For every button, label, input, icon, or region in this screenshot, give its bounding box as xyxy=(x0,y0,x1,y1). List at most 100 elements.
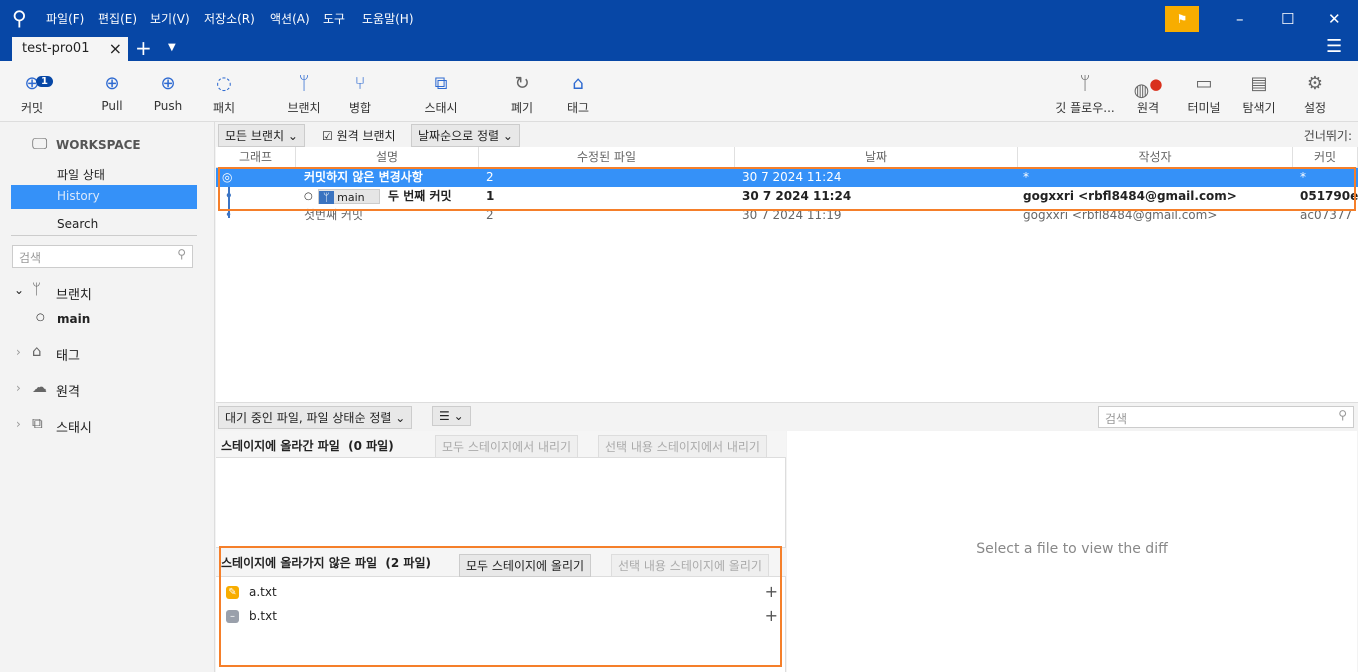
unstage-all-button[interactable]: 모두 스테이지에서 내리기 xyxy=(435,435,579,458)
all-branches-label: 모든 브랜치 xyxy=(225,129,285,143)
sidebar-item-search[interactable]: Search xyxy=(57,217,98,231)
search-icon: ⚲ xyxy=(1338,408,1347,422)
branch-name: main xyxy=(337,191,365,204)
staged-count: (0 파일) xyxy=(348,439,394,453)
column-description[interactable]: 설명 xyxy=(296,147,479,168)
discard-button[interactable]: ↻ 폐기 xyxy=(492,71,552,116)
menu-tools[interactable]: 도구 xyxy=(323,10,345,27)
branch-button[interactable]: ᛘ 브랜치 xyxy=(274,71,334,116)
column-author[interactable]: 작성자 xyxy=(1018,147,1293,168)
sidebar-item-file-status[interactable]: 파일 상태 xyxy=(57,166,105,183)
sort-label: 날짜순으로 정렬 xyxy=(418,129,500,143)
sidebar-branch-main[interactable]: main xyxy=(57,312,90,326)
branch-label-main[interactable]: ᛘ main xyxy=(318,189,380,204)
settings-button[interactable]: ⚙ 설정 xyxy=(1285,71,1345,116)
remote-label: 원격 xyxy=(1136,101,1160,115)
title-bar: ⚲ 파일(F) 편집(E) 보기(V) 저장소(R) 액션(A) 도구 도움말(… xyxy=(0,0,1358,61)
tag-icon: ⌂ xyxy=(32,342,42,360)
discard-label: 폐기 xyxy=(510,101,534,115)
commit-icon: ⊕ xyxy=(24,73,40,94)
head-circle-icon: ○ xyxy=(304,191,313,202)
view-mode-dropdown[interactable]: ☰ ⌄ xyxy=(432,406,471,426)
file-item[interactable]: ✎ a.txt + xyxy=(226,582,778,602)
unstage-selected-button[interactable]: 선택 내용 스테이지에서 내리기 xyxy=(598,435,767,458)
stage-file-button[interactable]: + xyxy=(765,582,778,602)
table-row[interactable]: • 첫번째 커밋 2 30 7 2024 11:19 gogxxri <rbfl… xyxy=(216,206,1358,225)
search-placeholder: 검색 xyxy=(19,251,42,265)
remote-branches-checkbox[interactable]: ☑ 원격 브랜치 xyxy=(322,127,396,144)
sort-dropdown[interactable]: 날짜순으로 정렬 ⌄ xyxy=(411,124,520,147)
push-button[interactable]: ⊕ Push xyxy=(138,71,198,113)
stage-all-button[interactable]: 모두 스테이지에 올리기 xyxy=(459,554,592,577)
close-tab-icon[interactable]: × xyxy=(109,39,122,58)
chevron-right-icon[interactable]: › xyxy=(16,417,21,431)
sidebar-remotes[interactable]: 원격 xyxy=(56,381,80,400)
tab-dropdown-icon[interactable]: ▼ xyxy=(168,42,176,53)
column-files[interactable]: 수정된 파일 xyxy=(479,147,735,168)
hamburger-menu-icon[interactable]: ☰ xyxy=(1326,36,1342,57)
stash-button[interactable]: ⧉ 스태시 xyxy=(411,71,471,116)
commit-count-badge: 1 xyxy=(36,76,53,87)
chevron-right-icon[interactable]: › xyxy=(16,381,21,395)
explorer-button[interactable]: ▤ 탐색기 xyxy=(1229,71,1289,116)
sidebar-branches[interactable]: 브랜치 xyxy=(56,284,92,303)
merge-icon: ⑂ xyxy=(354,73,366,94)
tag-icon: ⌂ xyxy=(572,73,584,94)
menu-view[interactable]: 보기(V) xyxy=(150,10,190,27)
remote-branches-label: 원격 브랜치 xyxy=(336,129,396,143)
column-date[interactable]: 날짜 xyxy=(735,147,1018,168)
row-date: 30 7 2024 11:24 xyxy=(742,189,852,203)
tab-title: test-pro01 xyxy=(22,41,90,56)
file-search-input[interactable]: 검색 ⚲ xyxy=(1098,406,1354,428)
stage-selected-button[interactable]: 선택 내용 스테이지에 올리기 xyxy=(611,554,769,577)
cloud-icon: ☁ xyxy=(32,378,47,396)
row-author: gogxxri <rbfl8484@gmail.com> xyxy=(1023,189,1237,203)
file-toolbar: 대기 중인 파일, 파일 상태순 정렬 ⌄ ☰ ⌄ 검색 ⚲ xyxy=(216,402,1358,431)
remote-button[interactable]: ◍● 원격 xyxy=(1118,71,1178,116)
gear-icon: ⚙ xyxy=(1306,73,1324,94)
menu-file[interactable]: 파일(F) xyxy=(46,10,84,27)
menu-repository[interactable]: 저장소(R) xyxy=(204,10,255,27)
git-flow-button[interactable]: ᛘ 깃 플로우... xyxy=(1050,71,1120,116)
menu-help[interactable]: 도움말(H) xyxy=(362,10,414,27)
sidebar-stashes[interactable]: 스태시 xyxy=(56,417,92,436)
folder-icon: ▤ xyxy=(1250,73,1268,94)
column-commit[interactable]: 커밋 xyxy=(1293,147,1358,168)
all-branches-dropdown[interactable]: 모든 브랜치 ⌄ xyxy=(218,124,305,147)
column-graph[interactable]: 그래프 xyxy=(216,147,296,168)
menu-edit[interactable]: 편집(E) xyxy=(98,10,137,27)
close-window-button[interactable]: ✕ xyxy=(1328,10,1341,28)
workspace-heading: WORKSPACE xyxy=(56,138,141,152)
table-row[interactable]: • ○ ᛘ main 두 번째 커밋 1 30 7 2024 11:24 gog… xyxy=(216,187,1358,206)
commit-button[interactable]: ⊕ 1 커밋 xyxy=(2,71,62,116)
sidebar-item-history[interactable]: History xyxy=(11,185,197,209)
chevron-right-icon[interactable]: › xyxy=(16,345,21,359)
pull-icon: ⊕ xyxy=(104,73,120,94)
file-sort-dropdown[interactable]: 대기 중인 파일, 파일 상태순 정렬 ⌄ xyxy=(218,406,413,429)
stash-icon: ⧉ xyxy=(32,414,43,432)
flag-icon[interactable]: ⚑ xyxy=(1165,6,1199,32)
table-row[interactable]: ◎ 커밋하지 않은 변경사항 2 30 7 2024 11:24 * * xyxy=(216,168,1358,187)
history-label: History xyxy=(57,189,100,203)
search-placeholder: 검색 xyxy=(1105,412,1128,426)
terminal-label: 터미널 xyxy=(1187,101,1221,115)
merge-button[interactable]: ⑂ 병합 xyxy=(330,71,390,116)
row-files: 2 xyxy=(486,208,494,222)
minimize-button[interactable]: – xyxy=(1236,10,1244,28)
maximize-button[interactable]: ☐ xyxy=(1281,10,1294,28)
menu-actions[interactable]: 액션(A) xyxy=(270,10,310,27)
file-name: b.txt xyxy=(249,609,277,623)
stage-file-button[interactable]: + xyxy=(765,606,778,626)
new-tab-button[interactable]: + xyxy=(135,36,152,60)
file-item[interactable]: – b.txt + xyxy=(226,606,778,626)
discard-icon: ↻ xyxy=(514,73,530,94)
sidebar-search-input[interactable]: 검색 ⚲ xyxy=(12,245,193,268)
sidebar-tags[interactable]: 태그 xyxy=(56,345,80,364)
chevron-down-icon[interactable]: ⌄ xyxy=(14,283,24,297)
tag-button[interactable]: ⌂ 태그 xyxy=(548,71,608,116)
tab-repository[interactable]: test-pro01 × xyxy=(12,37,128,61)
sidebar: 🖵 WORKSPACE 파일 상태 History Search 검색 ⚲ ⌄ ᛘ… xyxy=(0,122,215,672)
pull-button[interactable]: ⊕ Pull xyxy=(82,71,142,113)
fetch-button[interactable]: ◌ 패치 xyxy=(194,71,254,116)
terminal-button[interactable]: ▭ 터미널 xyxy=(1174,71,1234,116)
